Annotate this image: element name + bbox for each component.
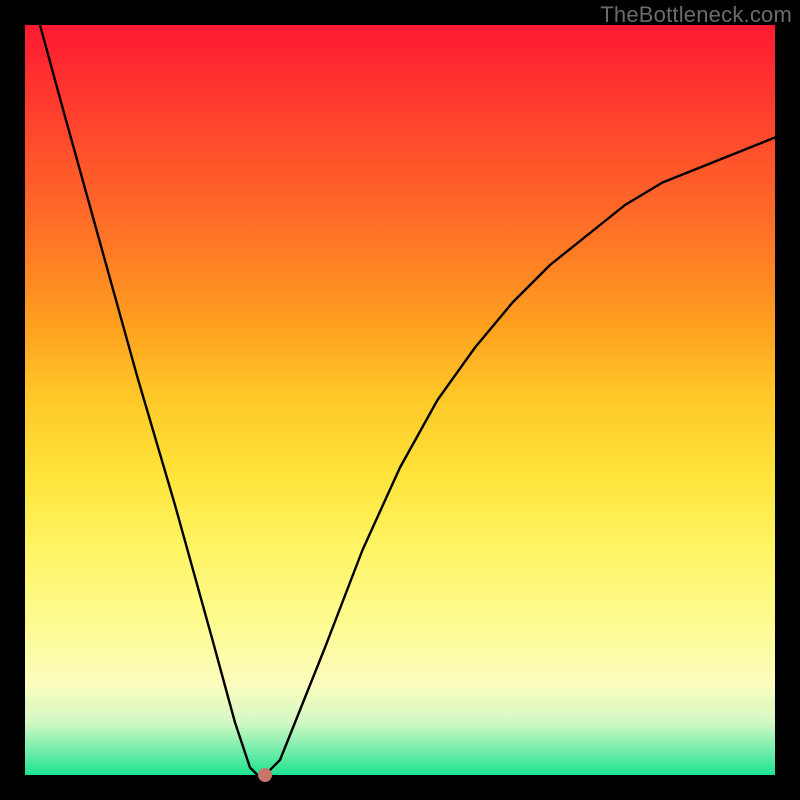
chart-frame: TheBottleneck.com: [0, 0, 800, 800]
watermark-text: TheBottleneck.com: [600, 2, 792, 28]
curve-svg: [25, 25, 775, 775]
plot-area: [25, 25, 775, 775]
marker-dot: [258, 768, 272, 782]
curve-path: [40, 25, 775, 775]
